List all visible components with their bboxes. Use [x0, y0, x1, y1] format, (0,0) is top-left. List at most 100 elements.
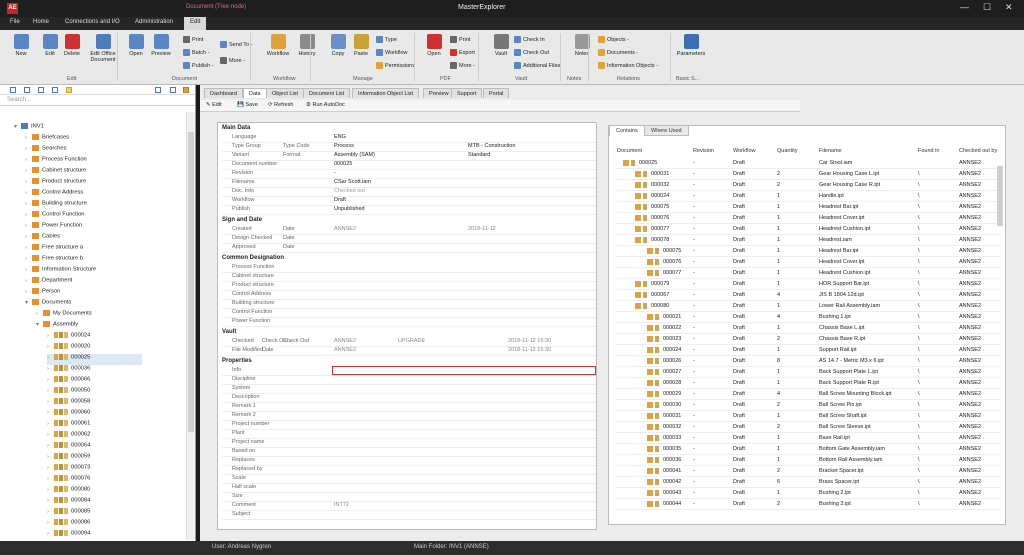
- grid-row[interactable]: 000030 - Draft 2 Ball Screw Pin.ipt \ ANNSE2: [615, 400, 1000, 411]
- grid-row[interactable]: 000022 - Draft 1 Chassis Base L.ipt \ ANNSE2: [615, 323, 1000, 334]
- tree-expand-icon[interactable]: ›: [25, 223, 32, 229]
- tree-node[interactable]: › My Documents: [36, 310, 92, 321]
- tree-expand-icon[interactable]: ›: [47, 421, 54, 427]
- sort-icon[interactable]: [155, 87, 161, 93]
- tree-expand-icon[interactable]: ›: [25, 146, 32, 152]
- grid-row[interactable]: 000076 - Draft 1 Headrest Cover.ipt \ ANNSE2: [615, 213, 1000, 224]
- grid-row[interactable]: 000025 - Draft Car Stool.iam ANNSE2: [615, 158, 1000, 169]
- column-header[interactable]: Document: [617, 148, 642, 154]
- search-input[interactable]: Search...: [0, 95, 195, 106]
- sign-cell[interactable]: 2018-11-12: [468, 226, 496, 232]
- tree-node[interactable]: › 000062: [47, 431, 90, 442]
- field-value[interactable]: Unpublished: [334, 206, 365, 212]
- ribbon-small-14[interactable]: Objects -: [598, 36, 629, 43]
- grid-row[interactable]: 000078 - Draft 1 Headrest.iam \ ANNSE2: [615, 235, 1000, 246]
- tree-expand-icon[interactable]: ›: [25, 179, 32, 185]
- tree-node[interactable]: › 000060: [47, 409, 90, 420]
- ribbon-small-5[interactable]: Type: [376, 36, 397, 43]
- column-header[interactable]: Found in: [918, 148, 939, 154]
- tree-node[interactable]: › 000036: [47, 365, 90, 376]
- tree-node[interactable]: › 000025: [47, 354, 142, 365]
- grid-row[interactable]: 000043 - Draft 1 Bushing 2.ipt \ ANNSE2: [615, 488, 1000, 499]
- tree-expand-icon[interactable]: ›: [47, 498, 54, 504]
- close-button[interactable]: ✕: [1005, 2, 1013, 13]
- collapse-icon[interactable]: [10, 87, 16, 93]
- grid-row[interactable]: 000029 - Draft 4 Ball Screw Mounting Block.i…: [615, 389, 1000, 400]
- tree-expand-icon[interactable]: ›: [47, 410, 54, 416]
- tab-document-list[interactable]: Document List: [303, 88, 351, 98]
- edit-tool-button[interactable]: ✎ Edit: [206, 102, 222, 108]
- tree-node[interactable]: › 000020: [47, 343, 90, 354]
- grid-row[interactable]: 000075 - Draft 1 Headrest Bar.ipt \ ANNSE2: [615, 202, 1000, 213]
- grid-row[interactable]: 000035 - Draft 1 Bottom Gate Assembly.iam \ AN…: [615, 444, 1000, 455]
- ribbon-small-6[interactable]: Workflow: [376, 49, 408, 56]
- tab-where-used[interactable]: Where Used: [644, 125, 689, 136]
- tree-node[interactable]: › Briefcases: [25, 134, 69, 145]
- column-header[interactable]: Workflow: [733, 148, 756, 154]
- tree-node[interactable]: › 000085: [47, 508, 90, 519]
- grid-row[interactable]: 000042 - Draft 6 Brass Spacer.ipt \ ANNSE2: [615, 477, 1000, 488]
- ribbon-small-7[interactable]: Permissions: [376, 62, 415, 69]
- field-value[interactable]: Assembly (SAM): [334, 152, 375, 158]
- tree-node[interactable]: › Person: [25, 288, 60, 299]
- field-value[interactable]: CSar Scott.iam: [334, 179, 371, 185]
- tree-node[interactable]: › Process Function: [25, 156, 87, 167]
- ribbon-small-16[interactable]: Information Objects -: [598, 62, 658, 69]
- tree-expand-icon[interactable]: ›: [25, 256, 32, 262]
- tree-node[interactable]: › Product structure: [25, 178, 86, 189]
- comment-value[interactable]: INT72: [334, 502, 349, 508]
- tree-node[interactable]: › Department: [25, 277, 72, 288]
- tree-expand-icon[interactable]: ›: [25, 234, 32, 240]
- field-value[interactable]: ENG: [334, 134, 346, 140]
- minimize-button[interactable]: —: [960, 2, 969, 12]
- ribbon-small-12[interactable]: Check Out: [514, 49, 549, 56]
- tree-node[interactable]: › Cables: [25, 233, 60, 244]
- column-header[interactable]: Revision: [693, 148, 714, 154]
- expand-icon[interactable]: [24, 87, 30, 93]
- field-value[interactable]: Checked out: [334, 188, 365, 194]
- tree-node[interactable]: › Control Function: [25, 211, 85, 222]
- field-value[interactable]: 000025: [334, 161, 352, 167]
- tab-contains[interactable]: Contains: [609, 125, 645, 136]
- field-value[interactable]: Process: [334, 143, 354, 149]
- tab-preview[interactable]: Preview: [423, 88, 455, 98]
- tree-node[interactable]: › 000050: [47, 387, 90, 398]
- refresh-tool-button[interactable]: ⟳ Refresh: [268, 102, 293, 108]
- workflow-button[interactable]: Workflow: [262, 34, 294, 57]
- grid-row[interactable]: 000031 - Draft 2 Gear Housing Case L.ipt \ ANN…: [615, 169, 1000, 180]
- tree-expand-icon[interactable]: ›: [47, 443, 54, 449]
- tree-expand-icon[interactable]: ›: [47, 388, 54, 394]
- list-icon[interactable]: [170, 87, 176, 93]
- tree-node[interactable]: › 000061: [47, 420, 90, 431]
- tree-node[interactable]: › 000073: [47, 464, 90, 475]
- ribbon-small-11[interactable]: Check In: [514, 36, 545, 43]
- menu-file[interactable]: File: [10, 19, 20, 25]
- tree-node[interactable]: › Power Function: [25, 222, 82, 233]
- tab-object-list[interactable]: Object List: [266, 88, 304, 98]
- notes-button[interactable]: Notes: [566, 34, 598, 57]
- grid-row[interactable]: 000075 - Draft 1 Headrest Bar.ipt \ ANNSE2: [615, 246, 1000, 257]
- tree-expand-icon[interactable]: ▾: [14, 124, 21, 130]
- ribbon-small-4[interactable]: More -: [220, 57, 245, 64]
- autodoc-tool-button[interactable]: ⚙ Run AutoDoc: [306, 102, 345, 108]
- tree-node[interactable]: › Information Structure: [25, 266, 96, 277]
- tree-options-icon[interactable]: [183, 87, 189, 93]
- tree-expand-icon[interactable]: ›: [25, 190, 32, 196]
- tree-expand-icon[interactable]: ›: [25, 278, 32, 284]
- tree-expand-icon[interactable]: ›: [47, 454, 54, 460]
- tree-node[interactable]: › 000084: [47, 497, 90, 508]
- tree-node[interactable]: › Free structure a: [25, 244, 83, 255]
- tree-expand-icon[interactable]: ›: [47, 355, 54, 361]
- tree-expand-icon[interactable]: ›: [25, 201, 32, 207]
- tree-node[interactable]: ▾ Assembly: [36, 321, 78, 332]
- tree-expand-icon[interactable]: ›: [47, 476, 54, 482]
- preview-button[interactable]: Preview: [145, 34, 177, 57]
- ribbon-small-0[interactable]: Print: [183, 36, 203, 43]
- history-button[interactable]: History: [291, 34, 323, 57]
- format-value[interactable]: Standard: [468, 152, 490, 158]
- grid-row[interactable]: 000033 - Draft 1 Base Rail.ipt \ ANNSE2: [615, 433, 1000, 444]
- tree-expand-icon[interactable]: ›: [47, 487, 54, 493]
- sign-cell[interactable]: ANNSE2: [334, 226, 356, 232]
- column-header[interactable]: Checked out by: [959, 148, 997, 154]
- grid-row[interactable]: 000077 - Draft 1 Headrest Cushion.ipt \ ANNSE2: [615, 224, 1000, 235]
